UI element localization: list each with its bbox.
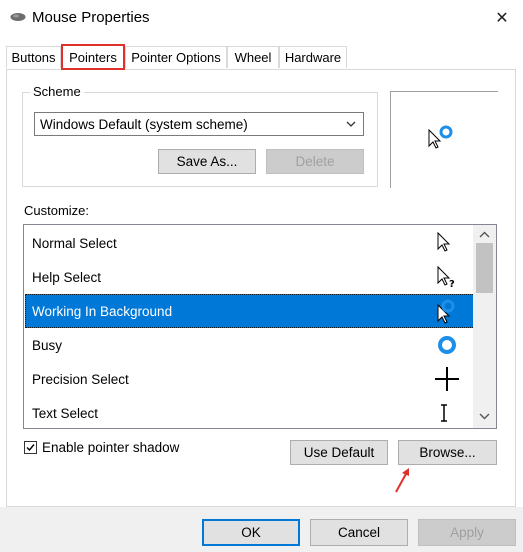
cursor-list[interactable]: Normal Select Help Select ? Working In B… — [23, 224, 497, 429]
tab-label: Wheel — [234, 50, 272, 65]
use-default-button[interactable]: Use Default — [290, 440, 388, 465]
working-cursor-icon — [437, 299, 455, 324]
delete-label: Delete — [295, 154, 335, 169]
tab-wheel[interactable]: Wheel — [227, 46, 279, 68]
ok-label: OK — [241, 525, 261, 540]
list-item-label: Normal Select — [32, 235, 117, 251]
scheme-legend: Scheme — [30, 84, 84, 99]
use-default-label: Use Default — [303, 445, 375, 460]
ok-button[interactable]: OK — [202, 519, 300, 546]
list-item-label: Working In Background — [32, 303, 173, 319]
tab-buttons[interactable]: Buttons — [6, 46, 61, 68]
crosshair-cursor-icon — [435, 367, 459, 391]
browse-button[interactable]: Browse... — [398, 440, 497, 465]
tab-label: Pointer Options — [131, 50, 221, 65]
tab-label: Buttons — [11, 50, 56, 65]
scroll-thumb[interactable] — [476, 243, 493, 293]
save-as-button[interactable]: Save As... — [158, 149, 256, 174]
list-item[interactable]: Normal Select — [25, 226, 477, 260]
list-item-label: Busy — [32, 337, 63, 353]
svg-text:?: ? — [449, 279, 455, 290]
scroll-down-icon[interactable] — [477, 410, 492, 422]
busy-cursor-icon — [438, 336, 456, 354]
scroll-up-icon[interactable] — [477, 229, 492, 241]
tab-pointer-options[interactable]: Pointer Options — [125, 46, 227, 68]
close-icon: ✕ — [495, 10, 509, 27]
tab-hardware[interactable]: Hardware — [279, 46, 347, 68]
list-item-label: Text Select — [32, 405, 99, 421]
list-item[interactable]: Text Select — [25, 396, 477, 428]
customize-label: Customize: — [24, 203, 90, 218]
tab-label: Hardware — [284, 50, 342, 65]
apply-button[interactable]: Apply — [418, 519, 516, 546]
enable-pointer-shadow-checkbox[interactable] — [24, 441, 37, 454]
window-title: Mouse Properties — [32, 9, 150, 26]
scheme-selected-value: Windows Default (system scheme) — [40, 116, 248, 132]
list-item-label: Help Select — [32, 269, 102, 285]
delete-button[interactable]: Delete — [266, 149, 364, 174]
list-item[interactable]: Busy — [25, 328, 477, 362]
list-item[interactable]: Precision Select — [25, 362, 477, 396]
chevron-down-icon — [346, 121, 356, 127]
enable-pointer-shadow-label: Enable pointer shadow — [42, 440, 180, 455]
close-button[interactable]: ✕ — [486, 4, 518, 32]
ibeam-cursor-icon — [441, 404, 447, 422]
list-item-selected[interactable]: Working In Background — [25, 294, 477, 328]
cancel-button[interactable]: Cancel — [310, 519, 408, 546]
scheme-dropdown[interactable]: Windows Default (system scheme) — [34, 112, 364, 136]
cursor-preview — [390, 91, 498, 188]
tab-pointers[interactable]: Pointers — [61, 44, 125, 70]
tab-label: Pointers — [69, 49, 117, 65]
arrow-cursor-icon — [437, 231, 451, 252]
working-cursor-icon — [428, 125, 453, 149]
browse-label: Browse... — [419, 445, 476, 460]
help-cursor-icon: ? — [437, 265, 455, 290]
list-item-label: Precision Select — [32, 371, 129, 387]
apply-label: Apply — [450, 525, 484, 540]
save-as-label: Save As... — [176, 154, 238, 169]
list-item[interactable]: Help Select ? — [25, 260, 477, 294]
cancel-label: Cancel — [337, 525, 381, 540]
mouse-icon — [10, 13, 26, 21]
annotation-arrow-icon — [395, 468, 409, 493]
checkmark-icon — [26, 444, 35, 452]
